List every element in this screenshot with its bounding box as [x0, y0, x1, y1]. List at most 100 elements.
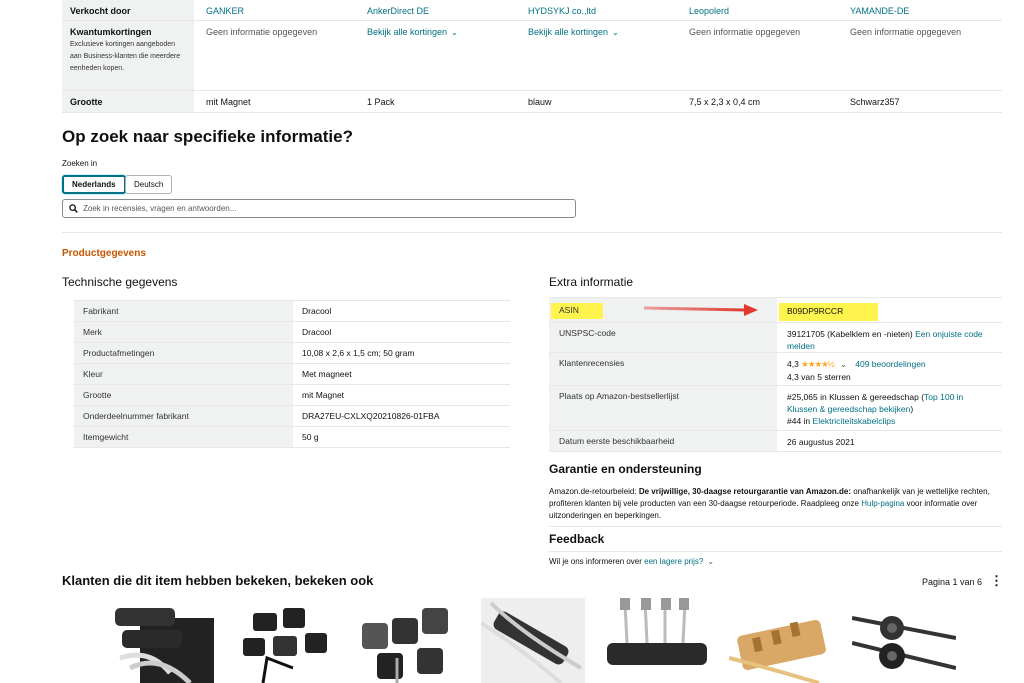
review-count-link[interactable]: 409 beoordelingen — [855, 359, 925, 369]
more-options-icon[interactable]: ⋮ — [990, 573, 1003, 589]
seller-link[interactable]: GANKER — [194, 0, 355, 20]
tech-details-table: Fabrikant Dracool Merk Dracool Productafme… — [74, 300, 510, 448]
search-icon — [69, 204, 78, 213]
cable-clip-image — [729, 619, 826, 683]
cmp-head-sub: Exclusieve kortingen aangeboden aan Busi… — [70, 41, 181, 72]
feedback-text: Wil je ons informeren over — [549, 557, 645, 566]
seller-link[interactable]: YAMANDE-DE — [838, 0, 999, 20]
view-discounts-label: Bekijk alle kortingen — [528, 27, 609, 37]
warranty-text: Amazon.de-retourbeleid: De vrijwillige, … — [549, 486, 999, 522]
search-input[interactable] — [83, 204, 563, 213]
table-row: Grootte mit Magnet — [74, 384, 510, 406]
cable-clip-image — [243, 608, 327, 683]
section-divider — [549, 526, 1002, 527]
table-key: Productafmetingen — [74, 342, 293, 364]
table-row: Kleur Met magneet — [74, 363, 510, 385]
lower-price-link[interactable]: een lagere prijs? — [644, 557, 703, 566]
table-value: mit Magnet — [293, 384, 510, 406]
table-key: Plaats op Amazon-bestsellerlijst — [549, 386, 777, 430]
asin-value: B09DP9RCCR — [779, 303, 879, 321]
annotation-arrow-icon — [643, 304, 758, 316]
table-row: Merk Dracool — [74, 321, 510, 343]
table-row: Fabrikant Dracool — [74, 300, 510, 322]
cable-clip-image — [607, 598, 707, 665]
seller-link[interactable]: AnkerDirect DE — [355, 0, 516, 20]
table-value: 26 augustus 2021 — [787, 437, 855, 447]
also-viewed-title: Klanten die dit item hebben bekeken, bek… — [62, 573, 374, 588]
cmp-cell: mit Magnet — [206, 97, 251, 107]
category-link[interactable]: Elektriciteitskabelclips — [813, 416, 896, 426]
table-value: Dracool — [293, 300, 510, 322]
asin-label: ASIN — [551, 303, 603, 319]
view-discounts-link[interactable]: Bekijk alle kortingen ⌄ — [516, 21, 677, 90]
unspsc-value: 39121705 (Kabelklem en -nieten) — [787, 329, 913, 339]
table-key: Merk — [74, 321, 293, 343]
table-key: UNSPSC-code — [549, 323, 777, 352]
product-thumbnail[interactable] — [357, 598, 461, 683]
cable-clip-image — [852, 616, 956, 670]
table-key: Kleur — [74, 363, 293, 385]
table-value: DRA27EU-CXLXQ20210826-01FBA — [293, 405, 510, 427]
search-in-label: Zoeken in — [62, 159, 98, 168]
product-thumbnail[interactable] — [481, 598, 585, 683]
table-key: Itemgewicht — [74, 426, 293, 448]
cmp-row-discounts: Kwantumkortingen Exclusieve kortingen aa… — [62, 21, 1002, 91]
cmp-head: Kwantumkortingen Exclusieve kortingen aa… — [62, 21, 194, 90]
product-thumbnail[interactable] — [852, 598, 956, 683]
seller-link[interactable]: Leopolerd — [677, 0, 838, 20]
table-value: 10,08 x 2,6 x 1,5 cm; 50 gram — [293, 342, 510, 364]
seller-link[interactable]: HYDSYKJ co.,ltd — [516, 0, 677, 20]
product-thumbnail[interactable] — [110, 598, 214, 683]
star-rating-icon[interactable]: ★★★★½ — [801, 359, 835, 369]
review-search-box[interactable] — [62, 199, 576, 218]
product-thumbnail[interactable] — [605, 598, 709, 683]
cable-clip-image — [362, 608, 448, 683]
cmp-row-seller: Verkocht door GANKER AnkerDirect DE HYDS… — [62, 0, 1002, 21]
product-thumbnail[interactable] — [233, 598, 337, 683]
feedback-question: Wil je ons informeren over een lagere pr… — [549, 557, 714, 566]
table-value: #25,065 in Klussen & gereedschap (Top 10… — [777, 386, 1002, 430]
rating-number: 4,3 — [787, 359, 799, 369]
cmp-head: Verkocht door — [62, 0, 194, 20]
cable-clip-image — [115, 608, 214, 683]
language-button-nl[interactable]: Nederlands — [62, 175, 126, 194]
table-key: Fabrikant — [74, 300, 293, 322]
table-value: 50 g — [293, 426, 510, 448]
table-row: Onderdeelnummer fabrikant DRA27EU-CXLXQ20… — [74, 405, 510, 427]
cmp-cell: blauw — [528, 97, 552, 107]
help-page-link[interactable]: Hulp-pagina — [861, 499, 904, 508]
cmp-cell: Geen informatie opgegeven — [850, 27, 962, 37]
tech-details-title: Technische gegevens — [62, 275, 178, 289]
cmp-cell: Geen informatie opgegeven — [206, 27, 318, 37]
table-row: ASIN B09DP9RCCR — [549, 297, 1002, 322]
chevron-down-icon: ⌄ — [612, 28, 619, 37]
cmp-cell: 7,5 x 2,3 x 0,4 cm — [689, 97, 761, 107]
warranty-lead: Amazon.de-retourbeleid: — [549, 487, 639, 496]
comparison-table: Verkocht door GANKER AnkerDirect DE HYDS… — [62, 0, 1002, 113]
cmp-cell: Geen informatie opgegeven — [689, 27, 801, 37]
table-value: 4,3 ★★★★½ ⌄ 409 beoordelingen 4,3 van 5 … — [777, 353, 1002, 385]
table-row: Productafmetingen 10,08 x 2,6 x 1,5 cm; 5… — [74, 342, 510, 364]
product-carousel — [0, 598, 1024, 683]
chevron-down-icon: ⌄ — [451, 28, 458, 37]
view-discounts-label: Bekijk alle kortingen — [367, 27, 448, 37]
chevron-down-icon[interactable]: ⌄ — [707, 557, 714, 566]
cmp-row-size: Grootte mit Magnet 1 Pack blauw 7,5 x 2,… — [62, 91, 1002, 113]
chevron-down-icon[interactable]: ⌄ — [840, 360, 847, 369]
section-divider — [549, 551, 1002, 552]
table-value: B09DP9RCCR — [777, 298, 1002, 322]
extra-info-table: ASIN B09DP9RCCR UNSPSC-code 39121705 (Ka… — [549, 297, 1002, 452]
view-discounts-link[interactable]: Bekijk alle kortingen ⌄ — [355, 21, 516, 90]
table-row: UNSPSC-code 39121705 (Kabelklem en -niet… — [549, 322, 1002, 352]
product-thumbnail[interactable] — [729, 598, 833, 683]
table-value: Met magneet — [293, 363, 510, 385]
table-row: Itemgewicht 50 g — [74, 426, 510, 448]
cmp-cell: Schwarz357 — [850, 97, 900, 107]
table-key: Klantenrecensies — [549, 353, 777, 385]
table-key: Datum eerste beschikbaarheid — [549, 431, 777, 451]
bsr-close: ) — [910, 404, 914, 414]
language-button-de[interactable]: Deutsch — [125, 175, 173, 194]
section-divider — [62, 232, 1002, 233]
cmp-head: Grootte — [62, 91, 194, 112]
table-row: Datum eerste beschikbaarheid 26 augustus… — [549, 430, 1002, 452]
